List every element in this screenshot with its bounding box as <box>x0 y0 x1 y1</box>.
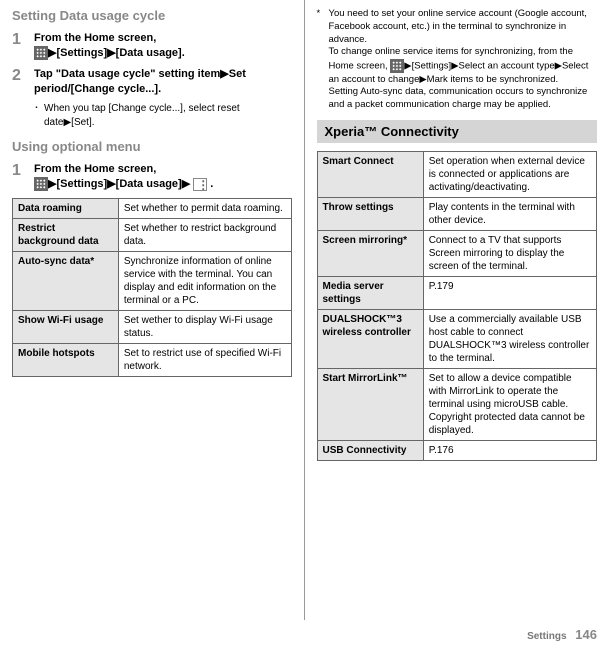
cell-value: Connect to a TV that supports Screen mir… <box>423 231 596 277</box>
cell-label: Screen mirroring* <box>317 231 423 277</box>
apps-icon <box>34 46 48 60</box>
text: From the Home screen, <box>34 32 156 44</box>
text: Mark items to be synchronized. <box>427 74 558 85</box>
cell-label: Restrict background data <box>13 219 119 252</box>
step-text: From the Home screen, ▶[Settings]▶[Data … <box>34 162 292 192</box>
text: [Data usage]. <box>116 47 185 59</box>
heading-cycle: Setting Data usage cycle <box>12 8 292 23</box>
footnote-mark: * <box>317 8 329 112</box>
bullet-1: ･ When you tap [Change cycle...], select… <box>34 102 292 129</box>
cell-value: Synchronize information of online servic… <box>118 252 291 311</box>
cell-label: Auto-sync data* <box>13 252 119 311</box>
text: Setting Auto-sync data, communication oc… <box>329 86 588 110</box>
step-num: 1 <box>12 31 34 61</box>
apps-icon <box>34 177 48 191</box>
step-1: 1 From the Home screen, ▶[Settings]▶[Dat… <box>12 31 292 61</box>
cell-label: Mobile hotspots <box>13 344 119 377</box>
text: [Settings] <box>412 61 452 72</box>
arrow-icon: ▶ <box>555 61 562 72</box>
cell-value: Set to restrict use of specified Wi-Fi n… <box>118 344 291 377</box>
text: [Data usage] <box>116 178 182 190</box>
cell-value: Set whether to restrict background data. <box>118 219 291 252</box>
table-row: Media server settingsP.179 <box>317 277 597 310</box>
cell-value: Set operation when external device is co… <box>423 152 596 198</box>
table-row: Screen mirroring*Connect to a TV that su… <box>317 231 597 277</box>
table-row: Start MirrorLink™Set to allow a device c… <box>317 369 597 441</box>
cell-value: Set to allow a device compatible with Mi… <box>423 369 596 441</box>
text: From the Home screen, <box>34 163 156 175</box>
step-num: 1 <box>12 162 34 192</box>
step-text: From the Home screen, ▶[Settings]▶[Data … <box>34 31 292 61</box>
cell-value: Play contents in the terminal with other… <box>423 198 596 231</box>
step-text: Tap "Data usage cycle" setting item▶Set … <box>34 67 292 97</box>
text: Select an account type <box>459 61 555 72</box>
cell-label: Media server settings <box>317 277 423 310</box>
data-usage-table: Data roamingSet whether to permit data r… <box>12 198 292 377</box>
text: [Set]. <box>71 117 94 128</box>
table-row: Auto-sync data*Synchronize information o… <box>13 252 292 311</box>
connectivity-table: Smart ConnectSet operation when external… <box>317 151 598 461</box>
cell-label: Data roaming <box>13 199 119 219</box>
footer: Settings 146 <box>527 627 597 642</box>
footer-label: Settings <box>527 631 566 642</box>
arrow-icon: ▶ <box>451 61 458 72</box>
cell-value: Set wether to display Wi-Fi usage status… <box>118 311 291 344</box>
bullet-text: When you tap [Change cycle...], select r… <box>44 102 292 129</box>
table-row: Throw settingsPlay contents in the termi… <box>317 198 597 231</box>
table-row: Show Wi-Fi usageSet wether to display Wi… <box>13 311 292 344</box>
heading-optional: Using optional menu <box>12 139 292 154</box>
arrow-icon: ▶ <box>404 61 411 72</box>
text: [Settings] <box>56 47 107 59</box>
table-row: DUALSHOCK™3 wireless controllerUse a com… <box>317 310 597 369</box>
cell-label: Show Wi-Fi usage <box>13 311 119 344</box>
table-row: Restrict background dataSet whether to r… <box>13 219 292 252</box>
step-2: 2 Tap "Data usage cycle" setting item▶Se… <box>12 67 292 97</box>
text: . <box>210 178 213 190</box>
text: Tap "Data usage cycle" setting item <box>34 68 220 80</box>
cell-label: Smart Connect <box>317 152 423 198</box>
cell-label: Throw settings <box>317 198 423 231</box>
footnote-body: You need to set your online service acco… <box>329 8 598 112</box>
cell-label: DUALSHOCK™3 wireless controller <box>317 310 423 369</box>
cell-value: Set whether to permit data roaming. <box>118 199 291 219</box>
cell-value: P.176 <box>423 441 596 461</box>
arrow-icon: ▶ <box>107 47 115 59</box>
step-num: 2 <box>12 67 34 97</box>
footnote: * You need to set your online service ac… <box>317 8 598 112</box>
cell-label: USB Connectivity <box>317 441 423 461</box>
arrow-icon: ▶ <box>182 178 190 190</box>
bullet-dot: ･ <box>34 102 44 129</box>
arrow-icon: ▶ <box>220 68 228 80</box>
apps-icon <box>390 59 404 73</box>
text: You need to set your online service acco… <box>329 8 587 45</box>
table-row: Smart ConnectSet operation when external… <box>317 152 597 198</box>
section-header: Xperia™ Connectivity <box>317 120 598 143</box>
arrow-icon: ▶ <box>419 74 426 85</box>
text: [Settings] <box>56 178 107 190</box>
cell-value: Use a commercially available USB host ca… <box>423 310 596 369</box>
arrow-icon: ▶ <box>107 178 115 190</box>
step-a: 1 From the Home screen, ▶[Settings]▶[Dat… <box>12 162 292 192</box>
table-row: USB ConnectivityP.176 <box>317 441 597 461</box>
menu-dots-icon <box>193 178 207 191</box>
page-number: 146 <box>575 627 597 642</box>
cell-value: P.179 <box>423 277 596 310</box>
table-row: Mobile hotspotsSet to restrict use of sp… <box>13 344 292 377</box>
table-row: Data roamingSet whether to permit data r… <box>13 199 292 219</box>
cell-label: Start MirrorLink™ <box>317 369 423 441</box>
